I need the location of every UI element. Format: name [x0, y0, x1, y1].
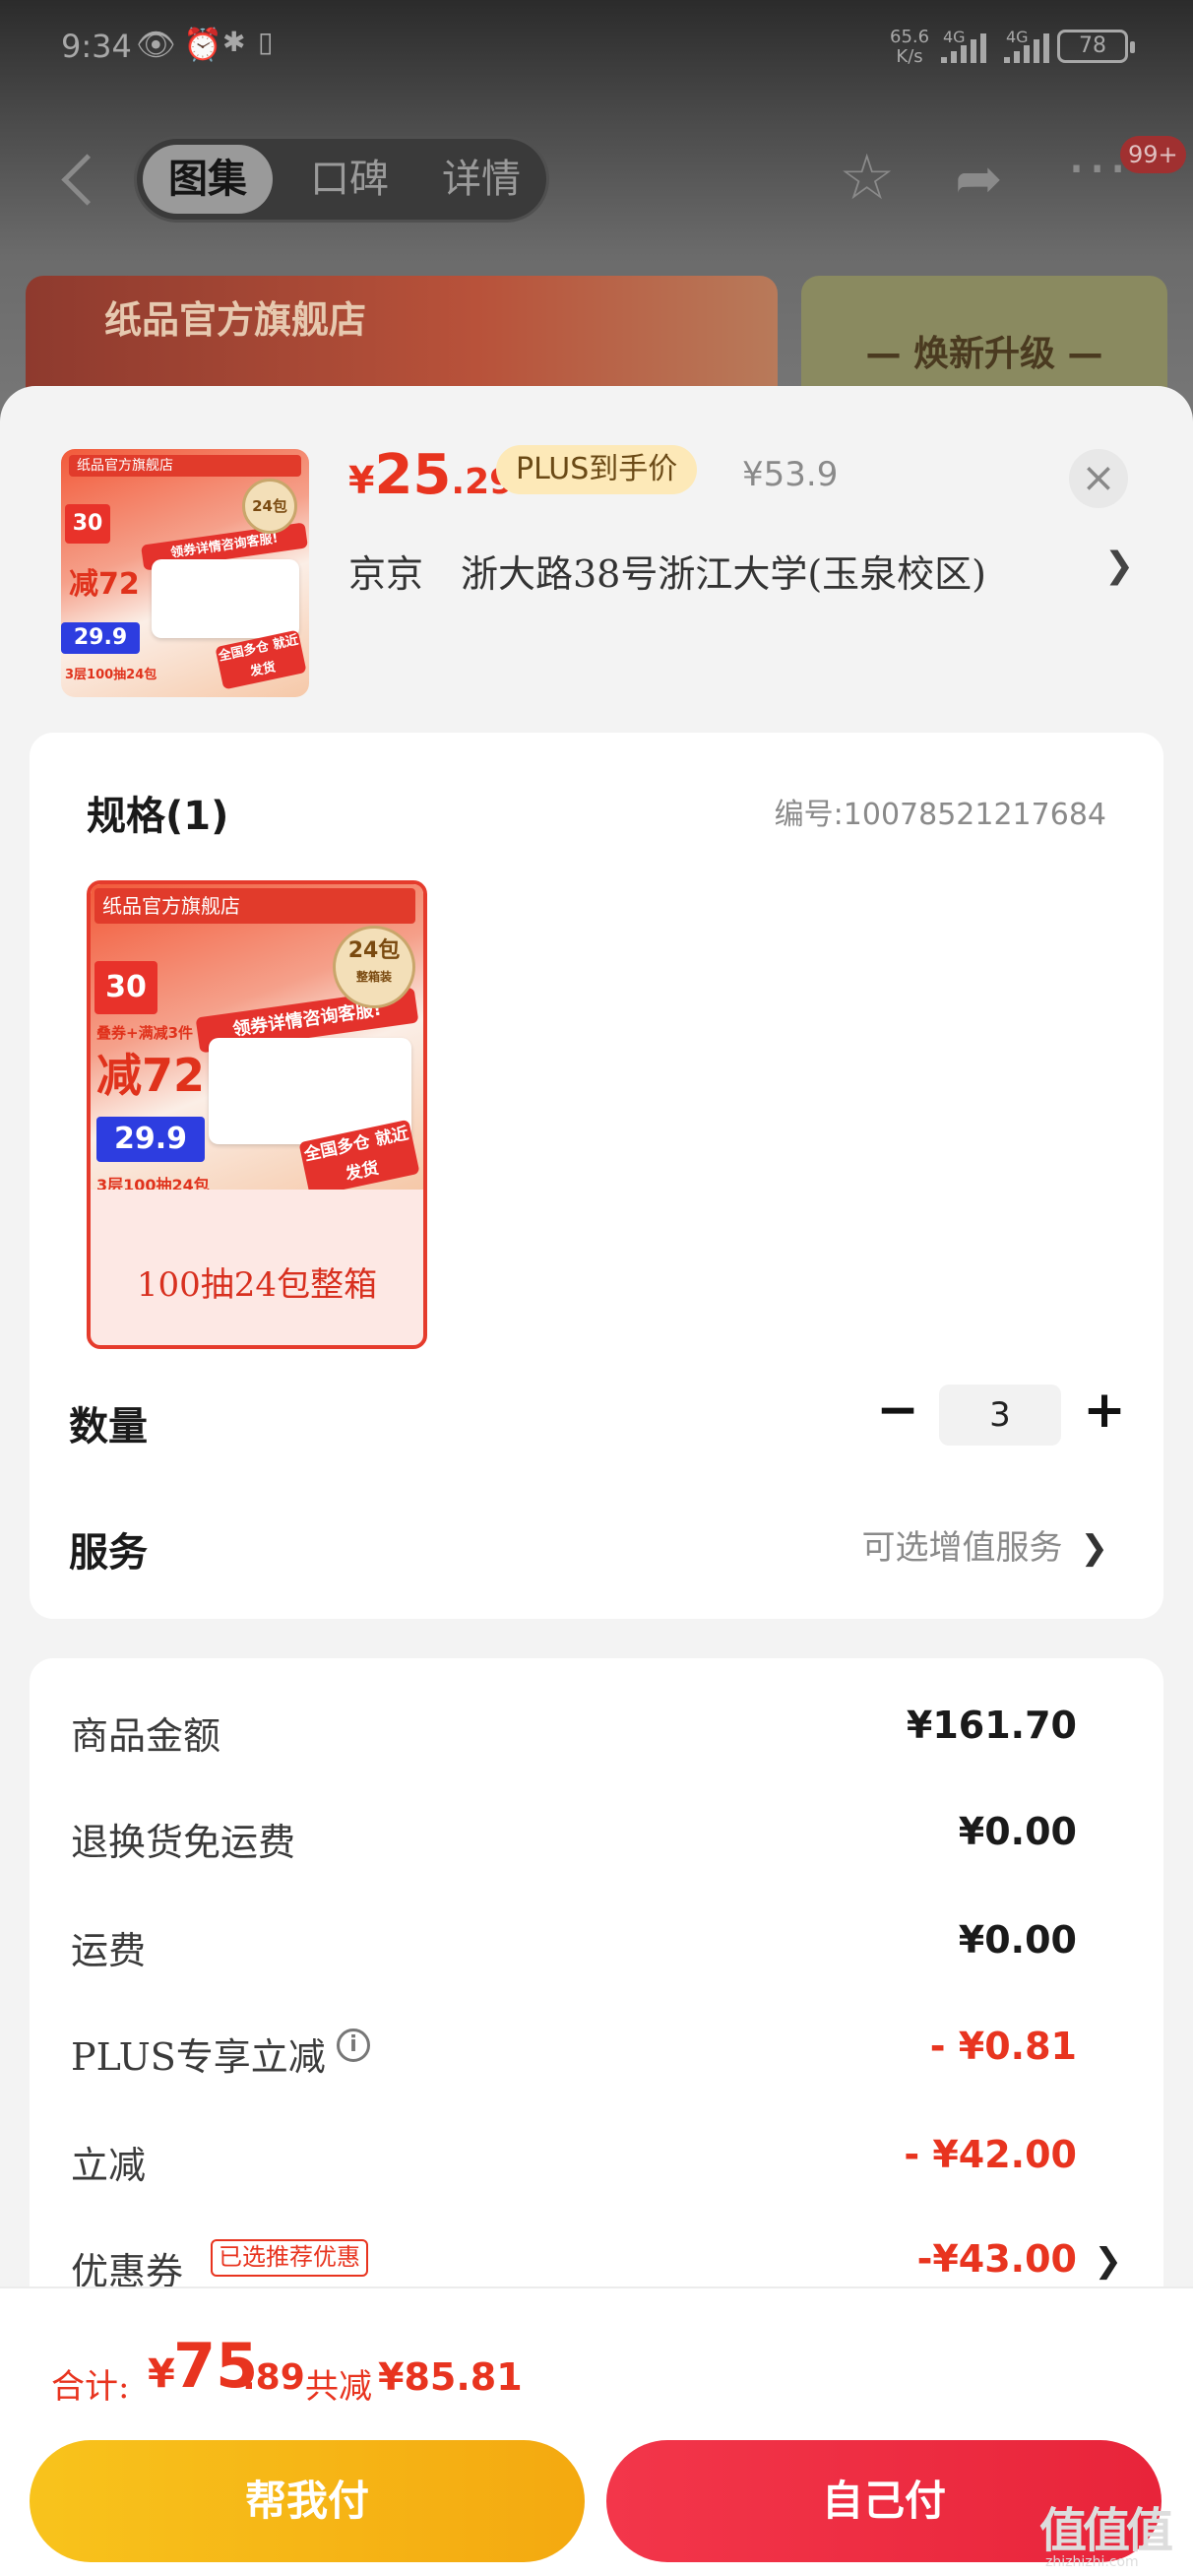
thumb-spec-text: 3层100抽24包 [65, 668, 157, 682]
tab-gallery[interactable]: 图集 [143, 145, 273, 214]
tab-reviews[interactable]: 口碑 [290, 139, 408, 220]
cost-value-goods: ¥161.70 [906, 1704, 1077, 1747]
thumb-price: 29.9 [61, 622, 140, 654]
status-time: 9:34 [61, 28, 132, 65]
cost-card: 商品金额 ¥161.70 退换货免运费 ¥0.00 运费 ¥0.00 PLUS专… [30, 1658, 1163, 2348]
watermark-url: zhizhizhi.com [1045, 2554, 1139, 2570]
quantity-decrease-button[interactable]: − [868, 1383, 927, 1442]
star-icon[interactable]: ☆ [839, 143, 895, 214]
watermark-logo: 值值值 [1039, 2503, 1173, 2558]
store-banner-title: 纸品官方旗舰店 [104, 298, 367, 342]
plus-price-tag: PLUS到手价 [496, 445, 698, 494]
thumb-ship: 全国多仓 就近发货 [215, 629, 307, 690]
quantity-label: 数量 [69, 1404, 148, 1449]
total-currency: ¥ [148, 2351, 175, 2397]
chevron-right-icon: ❯ [1080, 1528, 1109, 1568]
delivery-address[interactable]: 京京 浙大路38号浙江大学(玉泉校区) [348, 544, 986, 598]
spec-option-label: 100抽24包整箱 [136, 1265, 378, 1305]
close-button[interactable]: × [1069, 449, 1128, 508]
checkout-footer: 合计: ¥ 75 .89 共减 ¥85.81 帮我付 自己付 [0, 2286, 1193, 2576]
chevron-right-icon[interactable]: ❯ [1104, 546, 1134, 586]
quantity-increase-button[interactable]: + [1075, 1383, 1134, 1442]
background-page: 9:34 👁 ⏰ ✱ ▯ 65.6 K/s 4G 4G 78 图集 口碑 详情 … [0, 0, 1193, 433]
battery-icon: 78 [1057, 30, 1135, 63]
thumb-pack-badge: 24包 [242, 479, 297, 534]
spec-card: 规格(1) 编号:10078521217684 纸品官方旗舰店 30 叠券+满减… [30, 733, 1163, 1619]
saved-label: 共减 [305, 2367, 372, 2407]
more-icon[interactable]: ··· [1067, 134, 1129, 205]
cost-value-coupon[interactable]: -¥43.00 [917, 2237, 1077, 2281]
top-tabs: 图集 口碑 详情 [134, 136, 549, 223]
net-speed: 65.6 K/s [890, 27, 930, 67]
service-label: 服务 [69, 1530, 148, 1576]
cost-value-shipping: ¥0.00 [958, 1918, 1077, 1962]
spec-option-selected[interactable]: 纸品官方旗舰店 30 叠券+满减3件 领券详情咨询客服! 24包 整箱装 减72 … [87, 880, 427, 1349]
sim2-signal-icon [1004, 30, 1049, 63]
opt-coupon: 30 [94, 961, 157, 1014]
thumb-brand: 纸品官方旗舰店 [69, 455, 301, 477]
eye-icon: 👁 [136, 26, 176, 63]
chevron-right-icon[interactable]: ❯ [1095, 2241, 1123, 2281]
bluetooth-icon: ✱ [222, 26, 246, 58]
opt-spec-text: 3层100抽24包 [96, 1176, 210, 1190]
opt-price: 29.9 [96, 1117, 205, 1162]
cost-value-instant-discount: - ¥42.00 [904, 2133, 1077, 2176]
cost-label-shipping: 运费 [71, 1929, 147, 1972]
alarm-icon: ⏰ [183, 26, 222, 63]
upgrade-banner-title: — 焕新升级 — [865, 334, 1103, 374]
back-arrow-icon[interactable] [55, 148, 102, 211]
original-price: ¥53.9 [742, 455, 839, 494]
opt-reduce: 减72 [96, 1049, 206, 1102]
service-selector[interactable]: 可选增值服务 ❯ [862, 1520, 1109, 1569]
sku-number: 编号:10078521217684 [774, 798, 1106, 832]
spec-option-image: 纸品官方旗舰店 30 叠券+满减3件 领券详情咨询客服! 24包 整箱装 减72 … [91, 884, 423, 1190]
vibrate-icon: ▯ [258, 26, 274, 58]
thumb-reduce: 减72 [69, 567, 140, 602]
coupon-recommended-tag: 已选推荐优惠 [211, 2239, 368, 2277]
saved-amount: ¥85.81 [378, 2355, 523, 2399]
opt-pack-badge: 24包 整箱装 [333, 926, 415, 1008]
message-badge: 99+ [1120, 136, 1186, 173]
total-amount-dec: .89 [242, 2357, 305, 2398]
cost-label-return-shipping: 退换货免运费 [71, 1821, 296, 1864]
footer-divider [0, 2286, 1193, 2288]
close-icon: × [1081, 453, 1116, 501]
plus-price: ¥25.29 [348, 443, 515, 507]
thumb-coupon: 30 [65, 504, 110, 544]
cost-label-goods: 商品金额 [71, 1714, 221, 1758]
thumb-tissue-image [152, 559, 299, 638]
product-thumbnail: 纸品官方旗舰店 30 领券详情咨询客服! 24包 减72 29.9 全国多仓 就… [61, 449, 309, 697]
status-bar: 9:34 👁 ⏰ ✱ ▯ 65.6 K/s 4G 4G 78 [0, 0, 1193, 95]
purchase-sheet: 纸品官方旗舰店 30 领券详情咨询客服! 24包 减72 29.9 全国多仓 就… [0, 386, 1193, 2576]
cost-value-return-shipping: ¥0.00 [958, 1810, 1077, 1853]
tab-details[interactable]: 详情 [422, 139, 540, 220]
total-label: 合计: [51, 2367, 130, 2407]
opt-brand: 纸品官方旗舰店 [94, 888, 415, 924]
cost-label-plus-discount: PLUS专享立减 [71, 2035, 326, 2079]
info-icon[interactable]: i [337, 2029, 370, 2062]
spec-title: 规格(1) [87, 794, 229, 839]
share-icon[interactable]: ➦ [955, 143, 1003, 214]
cost-value-plus-discount: - ¥0.81 [929, 2025, 1077, 2068]
cost-label-instant-discount: 立减 [71, 2144, 147, 2187]
help-me-pay-button[interactable]: 帮我付 [30, 2440, 585, 2562]
sim1-signal-icon [941, 30, 986, 63]
quantity-input[interactable]: 3 [939, 1385, 1061, 1446]
